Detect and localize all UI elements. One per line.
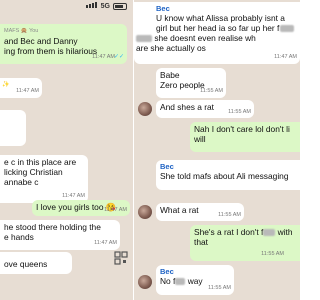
message-line: e c in this place are (4, 157, 77, 167)
message-bubble-outgoing[interactable]: Nah I don't care lol don't li will (190, 122, 300, 152)
message-time: 11:55 AM (261, 251, 284, 257)
message-time: 11:47 AM (92, 54, 115, 60)
quoted-sender: MAFS 🙊 You (4, 28, 39, 34)
battery-icon (113, 2, 127, 10)
message-line: licking Christian (4, 167, 63, 177)
status-bar: 5G (85, 2, 127, 10)
message-bubble-outgoing[interactable]: MAFS 🙊 You and Bec and Danny ing from th… (0, 24, 127, 64)
message-line: Nah I don't care lol don't li (194, 124, 290, 134)
avatar[interactable] (138, 205, 152, 219)
network-label: 5G (100, 2, 110, 10)
message-bubble-incoming[interactable]: Bec U know what Alissa probably isnt a g… (134, 2, 300, 64)
message-time: 11:55 AM (218, 212, 241, 218)
message-line: are she actually os (136, 43, 206, 53)
message-text: What a rat (160, 205, 199, 215)
avatar[interactable] (138, 275, 152, 289)
message-time: 11:55 AM (200, 88, 223, 94)
message-bubble-incoming[interactable]: And shes a rat 11:55 AM (156, 100, 254, 118)
quoted-text: and Bec and Danny (4, 36, 78, 46)
message-line: annabe c (4, 177, 39, 187)
message-time: 11:55 AM (208, 285, 231, 291)
left-chat-screenshot: 5G MAFS 🙊 You and Bec and Danny ing from… (0, 0, 133, 300)
message-bubble-incoming[interactable]: he stood there holding the e hands 11:47… (0, 220, 120, 250)
message-line: girl but her head ia so far up her f (156, 23, 280, 33)
message-time: 11:55 AM (228, 109, 251, 115)
message-line: with (277, 227, 293, 237)
emoji-icon: ✨ (2, 82, 10, 88)
message-text: She told mafs about Ali messaging (160, 171, 289, 181)
message-line: she doesnt even realise wh (154, 33, 256, 43)
censored-text (263, 229, 276, 237)
message-line: U know what Alissa probably isnt a (156, 13, 285, 23)
message-bubble-incoming[interactable] (0, 110, 26, 146)
message-line: that (194, 237, 208, 247)
message-bubble-incoming[interactable]: ove queens (0, 252, 72, 274)
message-line: will (194, 134, 206, 144)
message-text: And shes a rat (160, 102, 215, 112)
qr-scan-icon[interactable] (114, 251, 128, 265)
message-bubble-incoming[interactable]: Bec No f way 11:55 AM (156, 265, 234, 295)
message-text: ove queens (4, 259, 48, 269)
message-line: Babe (160, 70, 180, 80)
message-time: 11:47 AM (104, 207, 127, 213)
message-bubble-outgoing[interactable]: She's a rat I don't f with that 11:55 AM (190, 225, 300, 261)
message-bubble-incoming[interactable]: Bec She told mafs about Ali messaging (156, 160, 300, 190)
message-time: 11:47 AM (274, 54, 297, 60)
message-text-prefix: No f (160, 276, 176, 286)
message-bubble-outgoing[interactable]: I love you girls too 😘 11:47 AM (32, 200, 130, 216)
message-bubble-incoming[interactable]: What a rat 11:55 AM (156, 203, 244, 221)
sender-name: Bec (160, 267, 174, 276)
message-bubble-incoming[interactable]: ✨ 11:47 AM (0, 78, 42, 98)
message-bubble-incoming[interactable]: e c in this place are licking Christian … (0, 155, 88, 203)
sender-name: Bec (160, 162, 174, 171)
message-text-suffix: way (185, 276, 203, 286)
message-line: She's a rat I don't f (194, 227, 264, 237)
message-time: 11:47 AM (16, 88, 39, 94)
read-receipt-icon: ✓✓ (113, 54, 124, 60)
censored-text (175, 278, 186, 286)
signal-icon (85, 2, 98, 10)
avatar[interactable] (138, 102, 152, 116)
message-time: 11:47 AM (94, 240, 117, 246)
message-bubble-incoming[interactable]: Babe Zero people 11:55 AM (156, 68, 226, 98)
censored-text (280, 25, 295, 33)
right-chat-screenshot: Bec U know what Alissa probably isnt a g… (134, 0, 300, 300)
sender-name: Bec (156, 4, 170, 13)
message-line: he stood there holding the (4, 222, 101, 232)
censored-text (136, 35, 152, 43)
